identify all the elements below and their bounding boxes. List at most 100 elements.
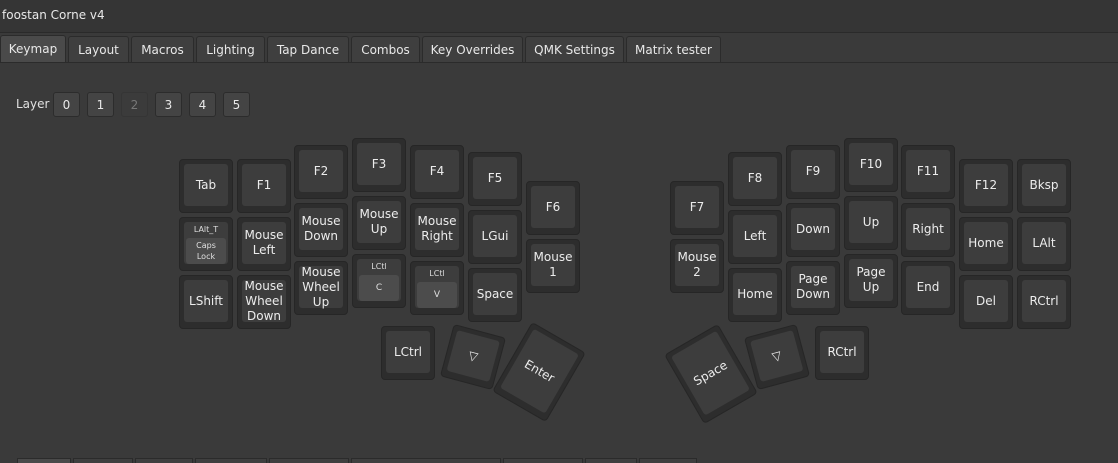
key-enter[interactable]: Enter bbox=[492, 321, 586, 423]
key-label: LGui bbox=[473, 215, 517, 257]
key-mouse-left[interactable]: Mouse Left bbox=[237, 217, 291, 271]
key-mouse-right[interactable]: Mouse Right bbox=[410, 203, 464, 257]
layer-button-1[interactable]: 1 bbox=[87, 92, 114, 117]
bottom-tab[interactable] bbox=[639, 458, 697, 463]
key-label: Space bbox=[670, 330, 751, 416]
key-home-2[interactable]: Home bbox=[728, 268, 782, 322]
key-label: LAlt bbox=[1022, 222, 1066, 264]
key-f6[interactable]: F6 bbox=[526, 181, 580, 235]
key-f4[interactable]: F4 bbox=[410, 145, 464, 199]
layer-button-3[interactable]: 3 bbox=[155, 92, 182, 117]
key-label: Page Up bbox=[849, 259, 893, 301]
key-mouse-down[interactable]: Mouse Down bbox=[294, 203, 348, 257]
key-f5[interactable]: F5 bbox=[468, 152, 522, 206]
key-up[interactable]: Up bbox=[844, 196, 898, 250]
bottom-tab[interactable] bbox=[503, 458, 583, 463]
tab-tap-dance[interactable]: Tap Dance bbox=[267, 36, 349, 62]
bottom-tab[interactable] bbox=[135, 458, 193, 463]
tab-qmk-settings[interactable]: QMK Settings bbox=[525, 36, 624, 62]
key-label: LCtrl bbox=[386, 331, 430, 373]
key-backspace[interactable]: Bksp bbox=[1017, 159, 1071, 213]
key-lctrl[interactable]: LCtrl bbox=[381, 326, 435, 380]
key-page-down[interactable]: Page Down bbox=[786, 261, 840, 315]
key-f1[interactable]: F1 bbox=[237, 159, 291, 213]
key-transparent-left[interactable]: ▽ bbox=[439, 323, 507, 391]
key-delete[interactable]: Del bbox=[959, 275, 1013, 329]
tab-bar: Keymap Layout Macros Lighting Tap Dance … bbox=[0, 35, 1118, 63]
key-right[interactable]: Right bbox=[901, 203, 955, 257]
key-f8[interactable]: F8 bbox=[728, 152, 782, 206]
key-lshift[interactable]: LShift bbox=[179, 275, 233, 329]
key-cap: LCtl V bbox=[415, 266, 459, 308]
key-label: Space bbox=[473, 273, 517, 315]
key-f7[interactable]: F7 bbox=[670, 181, 724, 235]
key-f3[interactable]: F3 bbox=[352, 138, 406, 192]
key-lalt-right[interactable]: LAlt bbox=[1017, 217, 1071, 271]
layer-button-2[interactable]: 2 bbox=[121, 92, 148, 117]
tab-keymap[interactable]: Keymap bbox=[0, 35, 66, 62]
key-label: Mouse 2 bbox=[675, 244, 719, 286]
key-transparent-right[interactable]: ▽ bbox=[743, 323, 811, 391]
key-label: Home bbox=[733, 273, 777, 315]
key-f12[interactable]: F12 bbox=[959, 159, 1013, 213]
key-lctl-v[interactable]: LCtl V bbox=[410, 261, 464, 315]
key-end[interactable]: End bbox=[901, 261, 955, 315]
key-page-up[interactable]: Page Up bbox=[844, 254, 898, 308]
layer-button-5[interactable]: 5 bbox=[223, 92, 250, 117]
key-f9[interactable]: F9 bbox=[786, 145, 840, 199]
key-label: F11 bbox=[906, 150, 950, 192]
bottom-tab[interactable] bbox=[351, 458, 501, 463]
tab-lighting[interactable]: Lighting bbox=[196, 36, 265, 62]
key-label: Mouse Wheel Down bbox=[242, 279, 286, 323]
key-hold-label: LAlt_T bbox=[193, 225, 219, 234]
key-rctrl[interactable]: RCtrl bbox=[1017, 275, 1071, 329]
title-bar: foostan Corne v4 bbox=[0, 0, 1118, 33]
bottom-tab[interactable] bbox=[195, 458, 267, 463]
key-lgui[interactable]: LGui bbox=[468, 210, 522, 264]
key-lctl-c[interactable]: LCtl C bbox=[352, 254, 406, 308]
key-f10[interactable]: F10 bbox=[844, 138, 898, 192]
tab-macros[interactable]: Macros bbox=[131, 36, 194, 62]
key-down[interactable]: Down bbox=[786, 203, 840, 257]
key-label: Mouse Up bbox=[357, 201, 401, 243]
key-mouse-wheel-up[interactable]: Mouse Wheel Up bbox=[294, 261, 348, 315]
key-label: Enter bbox=[499, 328, 580, 414]
layer-button-0[interactable]: 0 bbox=[53, 92, 80, 117]
layer-label: Layer bbox=[16, 97, 50, 111]
key-tap-label: Caps Lock bbox=[186, 238, 226, 264]
key-f2[interactable]: F2 bbox=[294, 145, 348, 199]
tab-combos[interactable]: Combos bbox=[351, 36, 420, 62]
tab-divider bbox=[0, 62, 1118, 63]
key-label: Page Down bbox=[791, 266, 835, 308]
key-space-left[interactable]: Space bbox=[468, 268, 522, 322]
key-label: Home bbox=[964, 222, 1008, 264]
key-mouse-up[interactable]: Mouse Up bbox=[352, 196, 406, 250]
key-lalt-capslock[interactable]: LAlt_T Caps Lock bbox=[179, 217, 233, 271]
bottom-tab[interactable] bbox=[73, 458, 133, 463]
key-cap: LAlt_T Caps Lock bbox=[184, 222, 228, 264]
key-f11[interactable]: F11 bbox=[901, 145, 955, 199]
key-tab[interactable]: Tab bbox=[179, 159, 233, 213]
key-label: Mouse 1 bbox=[531, 244, 575, 286]
key-label: F2 bbox=[299, 150, 343, 192]
key-home[interactable]: Home bbox=[959, 217, 1013, 271]
bottom-tab[interactable] bbox=[585, 458, 637, 463]
key-mouse-2[interactable]: Mouse 2 bbox=[670, 239, 724, 293]
key-mouse-wheel-down[interactable]: Mouse Wheel Down bbox=[237, 275, 291, 329]
layer-button-4[interactable]: 4 bbox=[189, 92, 216, 117]
key-label: ▽ bbox=[750, 330, 804, 383]
bottom-tab[interactable] bbox=[17, 458, 71, 463]
key-label: F1 bbox=[242, 164, 286, 206]
tab-key-overrides[interactable]: Key Overrides bbox=[422, 36, 523, 62]
key-label: Tab bbox=[184, 164, 228, 206]
key-modifier-label: LCtl bbox=[429, 269, 445, 278]
key-label: F8 bbox=[733, 157, 777, 199]
key-left[interactable]: Left bbox=[728, 210, 782, 264]
key-modifier-label: LCtl bbox=[371, 262, 387, 271]
key-rctrl-thumb[interactable]: RCtrl bbox=[815, 326, 869, 380]
key-mouse-1[interactable]: Mouse 1 bbox=[526, 239, 580, 293]
key-tap-label: V bbox=[417, 282, 457, 308]
tab-layout[interactable]: Layout bbox=[68, 36, 129, 62]
bottom-tab[interactable] bbox=[269, 458, 349, 463]
tab-matrix-tester[interactable]: Matrix tester bbox=[626, 36, 721, 62]
